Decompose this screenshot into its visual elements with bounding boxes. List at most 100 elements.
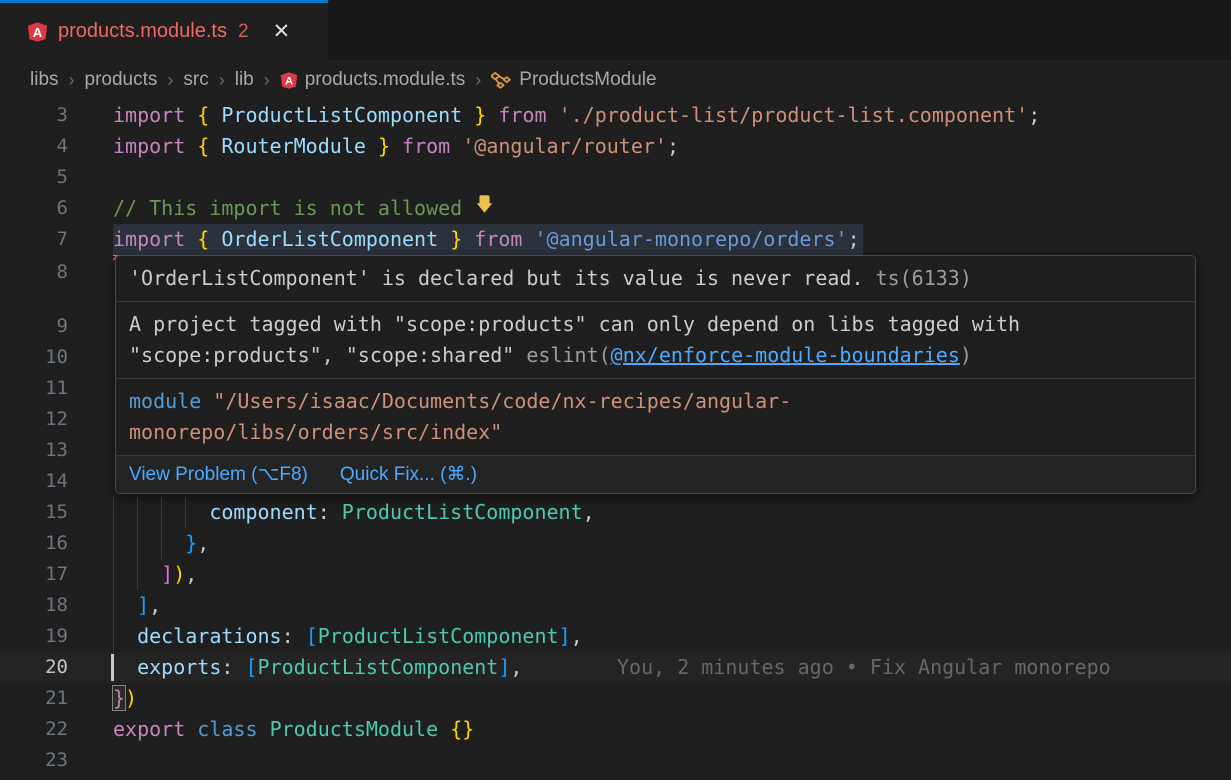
code-content[interactable]: declarations: [ProductListComponent], xyxy=(68,621,1231,652)
code-line-3[interactable]: 3import { ProductListComponent } from '.… xyxy=(0,100,1231,131)
code-content[interactable]: exports: [ProductListComponent],You, 2 m… xyxy=(68,652,1231,683)
code-line-21[interactable]: 21}) xyxy=(0,683,1231,714)
code-token: ] xyxy=(498,655,510,679)
code-token: "scope:products", "scope:shared" xyxy=(129,343,526,367)
code-token xyxy=(366,134,378,158)
code-token: monorepo/libs/orders/src/index" xyxy=(129,420,502,444)
code-line-22[interactable]: 22export class ProductsModule {} xyxy=(0,714,1231,745)
breadcrumb-item-products[interactable]: products xyxy=(85,69,158,91)
code-line-20[interactable]: 20 exports: [ProductListComponent],You, … xyxy=(0,652,1231,683)
indent-guide xyxy=(137,528,138,559)
code-token: : xyxy=(221,655,233,679)
quick-fix-action[interactable]: Quick Fix... (⌘.) xyxy=(340,464,477,486)
hover-text-line: monorepo/libs/orders/src/index" xyxy=(129,417,1182,448)
code-token: , xyxy=(510,655,522,679)
line-number: 22 xyxy=(0,714,68,745)
code-token xyxy=(113,655,137,679)
code-line-15[interactable]: 15 component: ProductListComponent, xyxy=(0,497,1231,528)
indent-guide xyxy=(137,497,138,528)
close-icon[interactable]: ✕ xyxy=(273,21,291,42)
hover-section-ts-diagnostic: 'OrderListComponent' is declared but its… xyxy=(116,256,1195,301)
code-line-17[interactable]: 17 ]), xyxy=(0,559,1231,590)
code-token xyxy=(209,227,221,251)
code-token: from xyxy=(402,134,450,158)
git-blame: You, 2 minutes ago • Fix Angular monorep… xyxy=(617,652,1111,683)
view-problem-action[interactable]: View Problem (⌥F8) xyxy=(129,464,308,486)
code-token xyxy=(185,134,197,158)
code-token: { xyxy=(197,227,209,251)
code-token: } xyxy=(113,686,125,710)
code-line-18[interactable]: 18 ], xyxy=(0,590,1231,621)
code-content[interactable]: import { OrderListComponent } from '@ang… xyxy=(68,224,1231,255)
code-token: ProductListComponent xyxy=(318,624,559,648)
code-content[interactable]: export class ProductsModule {} xyxy=(68,714,1231,745)
code-line-16[interactable]: 16 }, xyxy=(0,528,1231,559)
code-line-6[interactable]: 6// This import is not allowed xyxy=(0,193,1231,224)
code-token: } xyxy=(378,134,390,158)
breadcrumb-separator: › xyxy=(69,70,75,91)
hover-section-eslint-diagnostic: A project tagged with "scope:products" c… xyxy=(116,301,1195,378)
code-content[interactable]: }) xyxy=(68,683,1231,714)
code-content[interactable]: import { ProductListComponent } from './… xyxy=(68,100,1231,131)
code-token[interactable]: @nx/enforce-module-boundaries xyxy=(611,343,960,367)
tab-problem-badge: 2 xyxy=(238,21,249,43)
breadcrumb-item-symbol[interactable]: ProductsModule xyxy=(491,69,656,91)
line-number: 12 xyxy=(0,404,68,435)
code-line-19[interactable]: 19 declarations: [ProductListComponent], xyxy=(0,621,1231,652)
indent-guide xyxy=(113,497,114,528)
breadcrumb-item-libs[interactable]: libs xyxy=(30,69,59,91)
code-token: ts(6133) xyxy=(864,266,972,290)
line-number: 3 xyxy=(0,100,68,131)
code-content[interactable]: ], xyxy=(68,590,1231,621)
code-content[interactable]: }, xyxy=(68,528,1231,559)
code-content[interactable]: import { RouterModule } from '@angular/r… xyxy=(68,131,1231,162)
code-line-23[interactable]: 23 xyxy=(0,745,1231,776)
breadcrumb-item-lib[interactable]: lib xyxy=(235,69,254,91)
code-token: '@angular-monorepo/orders' xyxy=(535,227,848,251)
tab-title: products.module.ts xyxy=(58,20,227,43)
line-number: 16 xyxy=(0,528,68,559)
pointing-down-emoji xyxy=(474,194,495,215)
code-content[interactable]: // This import is not allowed xyxy=(68,193,1231,224)
code-line-4[interactable]: 4import { RouterModule } from '@angular/… xyxy=(0,131,1231,162)
code-token xyxy=(462,227,474,251)
breadcrumb-item-file[interactable]: A products.module.ts xyxy=(280,69,466,91)
code-token: component xyxy=(209,500,317,524)
code-token: A project tagged with "scope:products" c… xyxy=(129,312,1020,336)
code-line-7[interactable]: 7 import { OrderListComponent } from '@an… xyxy=(0,224,1231,255)
code-token: import xyxy=(113,103,185,127)
code-token: ] xyxy=(559,624,571,648)
code-content[interactable] xyxy=(68,162,1231,193)
code-token: // This import is not allowed xyxy=(113,196,474,220)
tab-products-module[interactable]: A products.module.ts 2 ✕ xyxy=(0,0,328,60)
code-token: ProductsModule xyxy=(270,717,439,741)
code-content[interactable]: component: ProductListComponent, xyxy=(68,497,1231,528)
line-number: 7 xyxy=(0,224,68,255)
code-token xyxy=(233,655,245,679)
line-number: 21 xyxy=(0,683,68,714)
angular-icon: A xyxy=(27,21,48,43)
code-token xyxy=(438,717,450,741)
code-token xyxy=(294,624,306,648)
hover-popup: 'OrderListComponent' is declared but its… xyxy=(115,255,1196,494)
code-content[interactable]: ]), xyxy=(68,559,1231,590)
code-token xyxy=(185,227,197,251)
code-token: { xyxy=(197,103,209,127)
error-statement[interactable]: import { OrderListComponent } from '@ang… xyxy=(113,224,863,256)
breadcrumb-item-src[interactable]: src xyxy=(183,69,208,91)
line-number: 10 xyxy=(0,342,68,373)
code-token: { xyxy=(197,134,209,158)
indent-guide xyxy=(137,559,138,590)
code-token: OrderListComponent xyxy=(221,227,438,251)
code-token xyxy=(113,531,185,555)
line-number: 17 xyxy=(0,559,68,590)
code-token: '@angular/router' xyxy=(462,134,667,158)
class-symbol-icon xyxy=(491,70,512,91)
code-editor[interactable]: 3import { ProductListComponent } from '.… xyxy=(0,100,1231,776)
code-token: ) xyxy=(173,562,185,586)
code-token: from xyxy=(498,103,546,127)
code-content[interactable] xyxy=(68,745,1231,776)
indent-guide xyxy=(113,528,114,559)
line-number: 9 xyxy=(0,311,68,342)
code-line-5[interactable]: 5 xyxy=(0,162,1231,193)
